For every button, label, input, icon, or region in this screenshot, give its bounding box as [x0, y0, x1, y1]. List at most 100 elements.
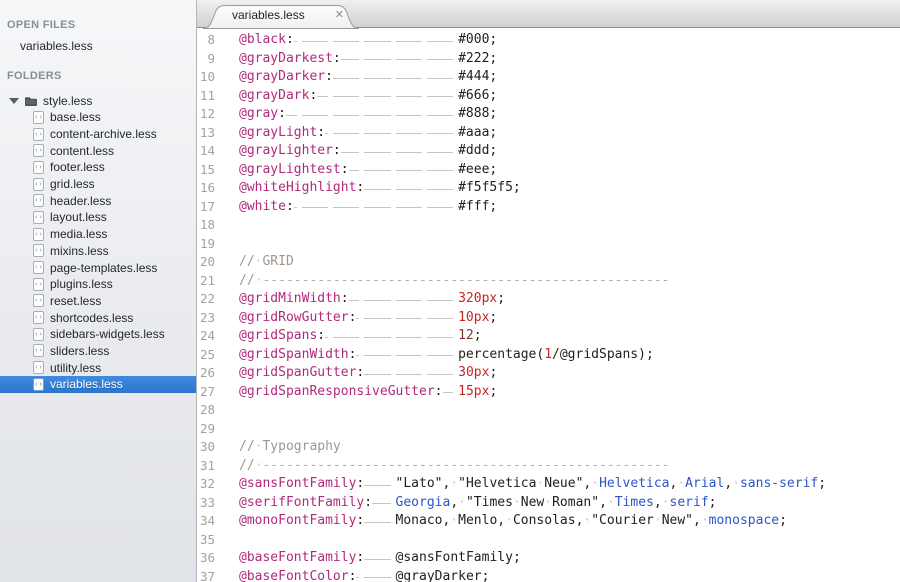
sidebar-item-reset-less[interactable]: ‹›reset.less: [0, 293, 196, 310]
code-line[interactable]: 19: [197, 235, 900, 254]
sidebar-item-sidebars-widgets-less[interactable]: ‹›sidebars-widgets.less: [0, 326, 196, 343]
sidebar-item-content-archive-less[interactable]: ‹›content-archive.less: [0, 126, 196, 143]
code-line[interactable]: 13@grayLight:#aaa;: [197, 124, 900, 143]
line-content: @white:#fff;: [239, 198, 497, 217]
open-file-item[interactable]: variables.less: [0, 38, 196, 55]
sidebar-item-grid-less[interactable]: ‹›grid.less: [0, 176, 196, 193]
tab-whitespace-mark: [364, 198, 395, 217]
sidebar-item-footer-less[interactable]: ‹›footer.less: [0, 159, 196, 176]
tab-whitespace-mark: [364, 31, 395, 50]
code-token: Typography: [262, 439, 340, 454]
tab-whitespace-mark: [364, 309, 395, 328]
code-line[interactable]: 28: [197, 401, 900, 420]
code-line[interactable]: 17@white:#fff;: [197, 198, 900, 217]
sidebar-item-shortcodes-less[interactable]: ‹›shortcodes.less: [0, 309, 196, 326]
code-token: New": [662, 513, 693, 528]
code-line[interactable]: 22 @gridMinWidth:320px;: [197, 290, 900, 309]
code-line[interactable]: 36@baseFontFamily:@sansFontFamily;: [197, 549, 900, 568]
code-line[interactable]: 24@gridSpans:12;: [197, 327, 900, 346]
file-label: plugins.less: [50, 277, 113, 291]
code-line[interactable]: 18: [197, 216, 900, 235]
code-line[interactable]: 9@grayDarkest:#222;: [197, 50, 900, 69]
tab-whitespace-mark: [396, 309, 427, 328]
line-content: @gridMinWidth:320px;: [239, 290, 505, 309]
code-token: ;: [489, 384, 497, 399]
code-token: ;: [513, 180, 521, 195]
tab-whitespace-mark: [427, 346, 458, 365]
code-line[interactable]: 15@grayLightest:#eee;: [197, 161, 900, 180]
code-line[interactable]: 32@sansFontFamily:"Lato",·"Helvetica·Neu…: [197, 475, 900, 494]
tab-whitespace-mark: [341, 50, 364, 69]
code-token: :: [333, 143, 341, 158]
tab-whitespace-mark: [341, 142, 364, 161]
code-token: "Lato": [396, 476, 443, 491]
code-line[interactable]: 35: [197, 531, 900, 550]
code-token: :: [356, 476, 364, 491]
sidebar-item-mixins-less[interactable]: ‹›mixins.less: [0, 243, 196, 260]
code-line[interactable]: 31//·-----------------------------------…: [197, 457, 900, 476]
sidebar-item-layout-less[interactable]: ‹›layout.less: [0, 209, 196, 226]
code-token: #eee: [458, 162, 489, 177]
sidebar-item-page-templates-less[interactable]: ‹›page-templates.less: [0, 259, 196, 276]
code-line[interactable]: 8@black:#000;: [197, 31, 900, 50]
tab-whitespace-mark: [396, 142, 427, 161]
code-token: ·: [450, 513, 458, 528]
code-token: ;: [489, 32, 497, 47]
code-token: @grayDarker: [396, 569, 482, 582]
code-line[interactable]: 27@gridSpanResponsiveGutter:15px;: [197, 383, 900, 402]
tab-whitespace-mark: [364, 87, 395, 106]
tab-whitespace-mark: [356, 346, 364, 365]
code-token: ;: [489, 125, 497, 140]
close-icon[interactable]: ✕: [335, 8, 344, 21]
code-line[interactable]: 29: [197, 420, 900, 439]
code-token: ,: [654, 495, 662, 510]
line-number: 22: [197, 290, 215, 309]
sidebar-item-media-less[interactable]: ‹›media.less: [0, 226, 196, 243]
code-token: ·: [458, 495, 466, 510]
tab-whitespace-mark: [372, 494, 395, 513]
code-line[interactable]: 10@grayDarker:#444;: [197, 68, 900, 87]
disclosure-triangle-icon[interactable]: [9, 98, 19, 104]
code-token: ·: [607, 495, 615, 510]
tab-variables-less[interactable]: variables.less ✕: [202, 2, 360, 28]
line-content: @grayLight:#aaa;: [239, 124, 497, 143]
sidebar-item-content-less[interactable]: ‹›content.less: [0, 142, 196, 159]
line-content: @baseFontColor:@grayDarker;: [239, 568, 489, 582]
code-line[interactable]: 11@grayDark:#666;: [197, 87, 900, 106]
sidebar-folder-style-less[interactable]: style.less: [0, 92, 196, 109]
sidebar-item-variables-less[interactable]: ‹›variables.less: [0, 376, 196, 393]
sidebar-item-base-less[interactable]: ‹›base.less: [0, 109, 196, 126]
document-icon: ‹›: [33, 178, 44, 191]
code-line[interactable]: 12@gray:#888;: [197, 105, 900, 124]
code-line[interactable]: 33@serifFontFamily:Georgia,·"Times·New·R…: [197, 494, 900, 513]
code-line[interactable]: 20//·GRID: [197, 253, 900, 272]
code-token: Monaco: [396, 513, 443, 528]
tab-whitespace-mark: [427, 87, 458, 106]
sidebar-item-sliders-less[interactable]: ‹›sliders.less: [0, 343, 196, 360]
code-area[interactable]: 8@black:#000;9@grayDarkest:#222;10@grayD…: [197, 28, 900, 582]
sidebar-item-plugins-less[interactable]: ‹›plugins.less: [0, 276, 196, 293]
code-token: @sansFontFamily: [396, 550, 513, 565]
tab-whitespace-mark: [427, 364, 458, 383]
code-token: //: [239, 458, 255, 473]
sidebar-item-header-less[interactable]: ‹›header.less: [0, 192, 196, 209]
code-token: @whiteHighlight: [239, 180, 356, 195]
file-label: utility.less: [50, 361, 101, 375]
code-line[interactable]: 37@baseFontColor:@grayDarker;: [197, 568, 900, 582]
code-line[interactable]: 14@grayLighter:#ddd;: [197, 142, 900, 161]
code-token: Helvetica: [599, 476, 669, 491]
code-line[interactable]: 16@whiteHighlight:#f5f5f5;: [197, 179, 900, 198]
code-line[interactable]: 25@gridSpanWidth:percentage(1/@gridSpans…: [197, 346, 900, 365]
sidebar-item-utility-less[interactable]: ‹›utility.less: [0, 359, 196, 376]
code-line[interactable]: 26@gridSpanGutter:30px;: [197, 364, 900, 383]
code-line[interactable]: 23@gridRowGutter:10px;: [197, 309, 900, 328]
code-token: @white: [239, 199, 286, 214]
file-label: sidebars-widgets.less: [50, 327, 165, 341]
code-token: //: [239, 254, 255, 269]
tab-whitespace-mark: [427, 179, 458, 198]
tab-whitespace-mark: [333, 124, 364, 143]
code-token: ;: [489, 199, 497, 214]
code-line[interactable]: 30//·Typography: [197, 438, 900, 457]
code-line[interactable]: 34@monoFontFamily:Monaco,·Menlo,·Consola…: [197, 512, 900, 531]
code-line[interactable]: 21//·-----------------------------------…: [197, 272, 900, 291]
